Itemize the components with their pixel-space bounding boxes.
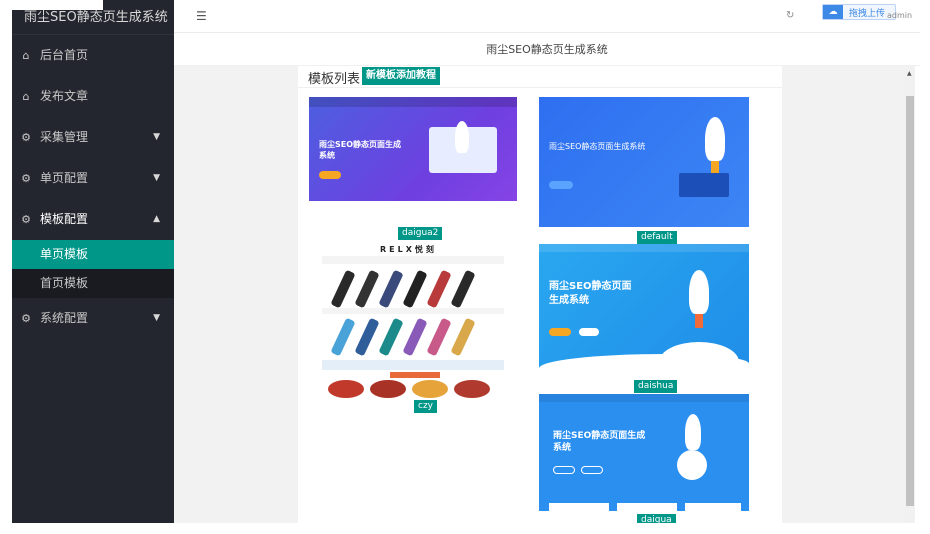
- page-subtitle: 雨尘SEO静态页生成系统: [174, 34, 920, 66]
- sidebar-item-label: 单页配置: [40, 171, 89, 185]
- upload-button[interactable]: ☁ 拖拽上传: [822, 4, 896, 20]
- thumbnail-hero-text: RELX悦刻: [380, 245, 437, 254]
- thumbnail-hero-text: 雨尘SEO静态页面生成系统: [549, 281, 632, 306]
- chevron-down-icon: ▼: [153, 132, 160, 142]
- template-thumbnail-daigua2[interactable]: 雨尘SEO静态页面生成系统: [309, 97, 517, 221]
- topbar: ☰ ↻ ☁ 拖拽上传 admin: [174, 0, 920, 33]
- sidebar-item-label: 采集管理: [40, 130, 89, 144]
- tutorial-button[interactable]: 新模板添加教程: [362, 67, 440, 85]
- submenu: 单页模板 首页模板: [12, 240, 174, 298]
- home-icon: ⌂: [22, 90, 30, 103]
- chevron-up-icon: ▲: [153, 214, 160, 224]
- gear-icon: ⚙: [21, 312, 31, 325]
- menu-icon[interactable]: ☰: [196, 9, 207, 23]
- sidebar-item-template-config[interactable]: ⚙ 模板配置 ▲: [12, 199, 174, 240]
- gear-icon: ⚙: [21, 131, 31, 144]
- template-name-label: daigua: [637, 514, 676, 523]
- sidebar-item-label: 后台首页: [40, 48, 89, 62]
- sidebar-subitem-home-template[interactable]: 首页模板: [12, 269, 174, 298]
- card-header: 模板列表 新模板添加教程: [298, 66, 782, 88]
- sidebar-item-publish[interactable]: ⌂ 发布文章: [12, 76, 174, 117]
- refresh-icon[interactable]: ↻: [786, 10, 794, 21]
- chevron-down-icon: ▼: [153, 313, 160, 323]
- sidebar-item-collect[interactable]: ⚙ 采集管理 ▼: [12, 117, 174, 158]
- template-thumbnail-daishua[interactable]: 雨尘SEO静态页面生成系统: [539, 244, 749, 378]
- home-icon: ⌂: [22, 49, 30, 62]
- thumbnail-hero-text: 雨尘SEO静态页面生成系统: [549, 142, 646, 151]
- template-thumbnail-daigua[interactable]: 雨尘SEO静态页面生成系统: [539, 394, 749, 511]
- thumbnail-hero-text: 雨尘SEO静态页面生成系统: [553, 431, 646, 453]
- upload-label: 拖拽上传: [849, 8, 886, 19]
- scroll-thumb[interactable]: [906, 96, 914, 506]
- sidebar-subitem-page-template[interactable]: 单页模板: [12, 240, 174, 269]
- sidebar-item-page-config[interactable]: ⚙ 单页配置 ▼: [12, 158, 174, 199]
- app-window: 雨尘SEO静态页生成系统 ⌂ 后台首页 ⌂ 发布文章 ⚙ 采集管理 ▼ ⚙ 单页…: [0, 0, 930, 534]
- cloud-upload-icon: ☁: [823, 5, 843, 19]
- chevron-down-icon: ▼: [153, 173, 160, 183]
- template-name-label: daishua: [634, 380, 678, 393]
- template-name-label: daigua2: [398, 227, 443, 240]
- template-list-card: 模板列表 新模板添加教程 雨尘SEO静态页面生成系统 daigua2 雨尘SEO…: [298, 66, 782, 523]
- template-thumbnail-default[interactable]: 雨尘SEO静态页面生成系统: [539, 97, 749, 227]
- main-content: 模板列表 新模板添加教程 雨尘SEO静态页面生成系统 daigua2 雨尘SEO…: [174, 66, 905, 523]
- sidebar-item-label: 系统配置: [40, 311, 89, 325]
- user-name[interactable]: admin: [887, 11, 912, 20]
- scroll-up-icon[interactable]: ▲: [907, 70, 912, 77]
- template-name-label: default: [637, 231, 677, 244]
- gear-icon: ⚙: [21, 213, 31, 226]
- template-name-label: czy: [414, 400, 437, 413]
- template-thumbnail-czy[interactable]: RELX悦刻: [320, 242, 506, 400]
- sidebar-item-home[interactable]: ⌂ 后台首页: [12, 35, 174, 76]
- scrollbar[interactable]: ▲: [905, 66, 915, 523]
- sidebar-item-label: 发布文章: [40, 89, 89, 103]
- sidebar-item-system-config[interactable]: ⚙ 系统配置 ▼: [12, 298, 174, 339]
- thumbnail-hero-text: 雨尘SEO静态页面生成系统: [319, 140, 402, 160]
- sidebar: 雨尘SEO静态页生成系统 ⌂ 后台首页 ⌂ 发布文章 ⚙ 采集管理 ▼ ⚙ 单页…: [12, 0, 174, 523]
- window-tab: [0, 0, 103, 10]
- card-title: 模板列表: [308, 72, 361, 87]
- sidebar-item-label: 模板配置: [40, 212, 89, 226]
- gear-icon: ⚙: [21, 172, 31, 185]
